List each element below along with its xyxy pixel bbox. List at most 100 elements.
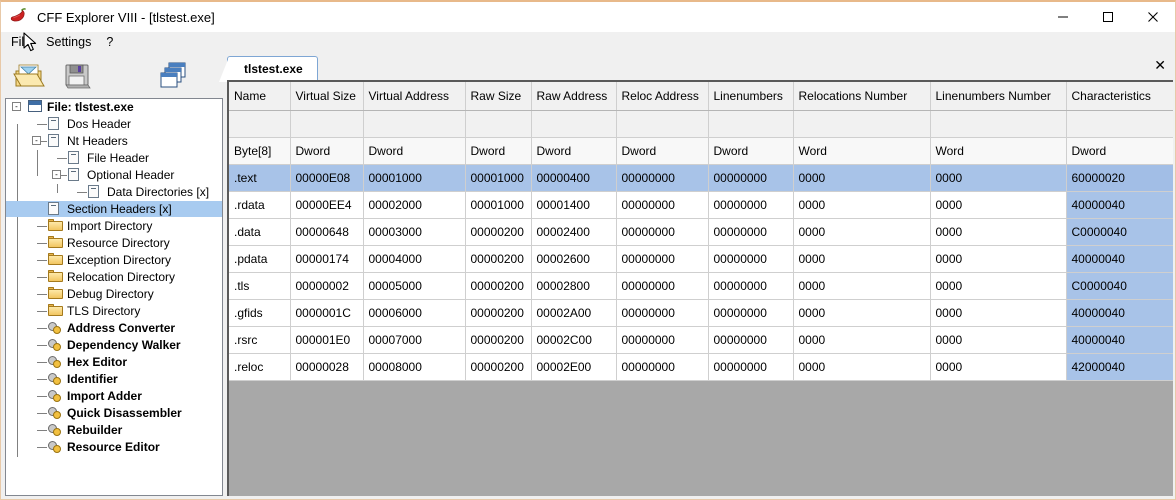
tree-item-resource-editor[interactable]: Resource Editor — [6, 439, 222, 455]
table-cell[interactable]: 42000040 — [1066, 353, 1173, 381]
table-cell[interactable]: .rdata — [229, 191, 291, 219]
menu-file[interactable]: File — [9, 34, 38, 51]
column-header-reloc-address[interactable]: Reloc Address — [616, 82, 709, 111]
tree-item-quick-disassembler[interactable]: Quick Disassembler — [6, 405, 222, 421]
table-cell[interactable]: 0000 — [930, 245, 1067, 273]
table-cell[interactable]: 00000200 — [465, 299, 532, 327]
table-cell[interactable]: .text — [229, 164, 291, 192]
tree-item-hex-editor[interactable]: Hex Editor — [6, 354, 222, 370]
column-header-characteristics[interactable]: Characteristics — [1066, 82, 1173, 111]
table-cell[interactable]: 0000 — [793, 218, 931, 246]
column-header-virtual-address[interactable]: Virtual Address — [363, 82, 466, 111]
tree-item-file-header[interactable]: File Header — [6, 150, 222, 166]
table-cell[interactable]: 00000200 — [465, 245, 532, 273]
table-cell[interactable]: 60000020 — [1066, 164, 1173, 192]
column-header-name[interactable]: Name — [229, 82, 291, 111]
close-tab-button[interactable]: ✕ — [1154, 58, 1166, 72]
column-header-virtual-size[interactable]: Virtual Size — [290, 82, 364, 111]
table-cell[interactable]: 00002800 — [531, 272, 617, 300]
tree-expander[interactable]: - — [12, 102, 21, 111]
column-header-relocations-number[interactable]: Relocations Number — [793, 82, 931, 111]
maximize-button[interactable] — [1085, 2, 1130, 32]
column-header-raw-size[interactable]: Raw Size — [465, 82, 532, 111]
table-cell[interactable]: 0000 — [930, 218, 1067, 246]
table-cell[interactable]: 0000 — [930, 272, 1067, 300]
table-cell[interactable]: 0000 — [930, 191, 1067, 219]
table-row[interactable]: .pdata 00000174 00004000 00000200 00002600 00… — [229, 245, 1173, 273]
cascade-windows-icon[interactable] — [157, 59, 191, 91]
table-cell[interactable]: 00002C00 — [531, 326, 617, 354]
table-cell[interactable]: 0000 — [930, 353, 1067, 381]
tree-item-import-directory[interactable]: Import Directory — [6, 218, 222, 234]
table-cell[interactable]: 40000040 — [1066, 245, 1173, 273]
table-row[interactable]: .data 00000648 00003000 00000200 00002400 000… — [229, 218, 1173, 246]
table-cell[interactable]: .data — [229, 218, 291, 246]
table-row[interactable]: .reloc 00000028 00008000 00000200 00002E00 00… — [229, 353, 1173, 381]
navigation-tree-panel[interactable]: - File: tlstest.exe Dos Header - Nt Headers F… — [5, 98, 223, 496]
tree-item-rebuilder[interactable]: Rebuilder — [6, 422, 222, 438]
close-button[interactable] — [1130, 2, 1175, 32]
minimize-button[interactable] — [1040, 2, 1085, 32]
table-cell[interactable]: 0000 — [930, 164, 1067, 192]
table-cell[interactable]: 00000000 — [708, 191, 794, 219]
table-cell[interactable]: 00000000 — [708, 218, 794, 246]
table-cell[interactable]: .rsrc — [229, 326, 291, 354]
table-cell[interactable]: 00000E08 — [290, 164, 364, 192]
tree-item-tls-directory[interactable]: TLS Directory — [6, 303, 222, 319]
table-cell[interactable]: 00001400 — [531, 191, 617, 219]
tree-item-identifier[interactable]: Identifier — [6, 371, 222, 387]
table-cell[interactable]: 00000000 — [616, 191, 709, 219]
tree-item-dependency-walker[interactable]: Dependency Walker — [6, 337, 222, 353]
tree-item-nt-headers[interactable]: - Nt Headers — [6, 133, 222, 149]
tree-item-file-tlstest-exe[interactable]: - File: tlstest.exe — [6, 99, 222, 115]
table-cell[interactable]: 00000200 — [465, 326, 532, 354]
table-cell[interactable]: 00000000 — [616, 326, 709, 354]
table-cell[interactable]: 00005000 — [363, 272, 466, 300]
table-cell[interactable]: 00000000 — [708, 164, 794, 192]
table-cell[interactable]: 00000174 — [290, 245, 364, 273]
table-row[interactable]: .text 00000E08 00001000 00001000 00000400 000… — [229, 164, 1173, 192]
tree-item-resource-directory[interactable]: Resource Directory — [6, 235, 222, 251]
table-cell[interactable]: 00008000 — [363, 353, 466, 381]
tree-item-data-directories[interactable]: Data Directories [x] — [6, 184, 222, 200]
table-cell[interactable]: 00002000 — [363, 191, 466, 219]
table-cell[interactable]: 0000 — [793, 191, 931, 219]
tree-item-exception-directory[interactable]: Exception Directory — [6, 252, 222, 268]
tree-item-section-headers[interactable]: Section Headers [x] — [6, 201, 222, 217]
tree-item-dos-header[interactable]: Dos Header — [6, 116, 222, 132]
menu-settings[interactable]: Settings — [44, 34, 98, 51]
table-cell[interactable]: 0000 — [793, 353, 931, 381]
tree-expander[interactable]: - — [32, 136, 41, 145]
table-cell[interactable]: 00000000 — [708, 245, 794, 273]
table-cell[interactable]: 0000001C — [290, 299, 364, 327]
table-cell[interactable]: 00000000 — [708, 326, 794, 354]
tree-item-optional-header[interactable]: - Optional Header — [6, 167, 222, 183]
table-cell[interactable]: 00000000 — [708, 299, 794, 327]
table-cell[interactable]: C0000040 — [1066, 272, 1173, 300]
table-cell[interactable]: 00006000 — [363, 299, 466, 327]
open-folder-icon[interactable] — [13, 59, 47, 91]
table-cell[interactable]: 40000040 — [1066, 299, 1173, 327]
table-cell[interactable]: C0000040 — [1066, 218, 1173, 246]
table-cell[interactable]: .tls — [229, 272, 291, 300]
tree-item-relocation-directory[interactable]: Relocation Directory — [6, 269, 222, 285]
table-row[interactable]: .rdata 00000EE4 00002000 00001000 00001400 00… — [229, 191, 1173, 219]
table-cell[interactable]: 00000200 — [465, 218, 532, 246]
table-cell[interactable]: 0000 — [793, 272, 931, 300]
table-cell[interactable]: 0000 — [930, 326, 1067, 354]
table-cell[interactable]: 00000200 — [465, 353, 532, 381]
table-cell[interactable]: 0000 — [793, 299, 931, 327]
table-cell[interactable]: 0000 — [793, 326, 931, 354]
column-header-raw-address[interactable]: Raw Address — [531, 82, 617, 111]
table-cell[interactable]: 00003000 — [363, 218, 466, 246]
table-cell[interactable]: 00000000 — [616, 245, 709, 273]
table-cell[interactable]: 00000000 — [616, 218, 709, 246]
table-cell[interactable]: 0000 — [930, 299, 1067, 327]
table-cell[interactable]: 00002600 — [531, 245, 617, 273]
table-cell[interactable]: 0000 — [793, 245, 931, 273]
table-cell[interactable]: 40000040 — [1066, 326, 1173, 354]
table-cell[interactable]: 00002E00 — [531, 353, 617, 381]
tree-item-debug-directory[interactable]: Debug Directory — [6, 286, 222, 302]
table-cell[interactable]: 40000040 — [1066, 191, 1173, 219]
table-cell[interactable]: 00000000 — [708, 353, 794, 381]
